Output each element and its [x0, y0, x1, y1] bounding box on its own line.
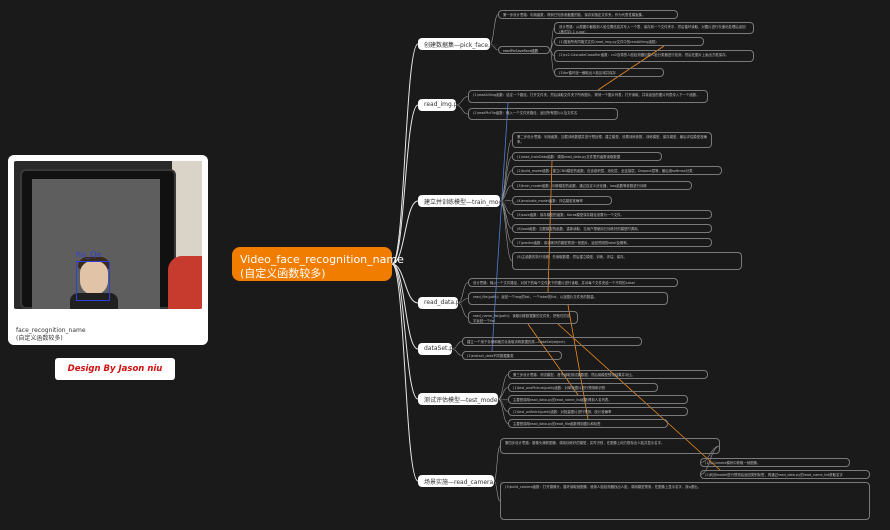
branch-connector — [391, 263, 419, 482]
leaf-text: 设计思路：从原图中截取到人脸位置信息并写入一个表，保存到一个文件夹中，然后循环读… — [559, 25, 746, 34]
leaf-text: 第一步设计思路：利用函数，得到已知多张截图的脸，保存到指定文件夹，作为代表性模板… — [503, 13, 646, 17]
branch-connector — [391, 104, 419, 265]
leaf-text: 第二步设计思路：利用函数，加载训练数据并进行预处理，建立模型，设置训练参数，训练… — [517, 135, 707, 144]
leaf-read-camera-4: (3)build_camera函数：打开摄像头，循环读取帧图像，使用人脸检测器找… — [500, 482, 870, 520]
leaf-pick-face-1: 第一步设计思路：利用函数，得到已知多张截图的脸，保存到指定文件夹，作为代表性模板… — [498, 10, 678, 19]
photo-arm — [168, 256, 202, 309]
leaf-text: (2)test_onBatch(path)函数：对批量图片进行预测，统计准确率 — [513, 410, 612, 414]
leaf-test-model-1: 第三步设计思路：测试模型，首先读取测试集数据，然后用模型预测结果并对比。 — [508, 370, 708, 379]
branch-read-data[interactable]: read_data.py — [418, 297, 463, 309]
center-topic[interactable]: Video_face_recognition_name (自定义函数较多) — [232, 247, 404, 281]
leaf-text: (3)for循环逐一截取出人脸区域并保存 — [559, 71, 616, 75]
leaf-pick-face-2: 设计思路：从原图中截取到人脸位置信息并写入一个表，保存到一个文件夹中，然后循环读… — [554, 22, 754, 34]
caption-line-1: face_recognition_name — [16, 327, 86, 334]
leaf-text: 第三步设计思路：测试模型，首先读取测试集数据，然后用模型预测结果并对比。 — [513, 373, 636, 377]
demo-screenshot-card: hu_Qe face_recognition_name (自定义函数较多) — [8, 155, 208, 345]
branch-train-model[interactable]: 建立并训练模型—train_model.py — [418, 195, 517, 207]
leaf-train-model-6: (5)save函数：保存模型的函数，Keras模型保存路径设置为一个文件。 — [512, 210, 712, 219]
leaf-text: (3)build_camera函数：打开摄像头，循环读取帧图像，使用人脸检测器找… — [505, 485, 701, 489]
leaf-text: (1)readAllImg函数：给定一个路径，打开文件夹，然后读取文件夹下所有图… — [473, 93, 700, 97]
leaf-train-model-1: 第二步设计思路：利用函数，加载训练数据并进行预处理，建立模型，设置训练参数，训练… — [512, 132, 712, 148]
leaf-read-data-3: read_name_list(path)：读取训练数据集的文件夹，把他们的名字返… — [468, 311, 578, 324]
leaf-text: 主要是调用read_data.py的read_name_list函数得到人名列表… — [513, 398, 612, 402]
leaf-text: (1)extract_data不同数据集类 — [467, 354, 514, 358]
leaf-text: (8)主函数的执行流程：先读取数据，然后建立模型、训练、评估、保存。 — [517, 255, 627, 259]
leaf-train-model-5: (4)evaluate_model函数：评估模型准确率 — [512, 196, 612, 205]
leaf-train-model-3: (2)build_model函数：建立CNN模型的函数，包含卷积层、池化层、全连… — [512, 166, 722, 175]
face-name-label: hu_Qe — [76, 250, 102, 259]
leaf-text: 建立一个用于存储和格式化读取训练数据的类—DataSet(object) — [467, 340, 565, 344]
face-detection-box — [76, 261, 110, 301]
branch-pick-face[interactable]: 创建数据集—pick_face.py — [418, 38, 497, 50]
leaf-read-img-2: (2)readPicFile函数：输入一个文件夹路径，返回所有图片以及文件名 — [468, 108, 618, 120]
leaf-train-model-8: (7)predict函数：用训练好的模型预测一张图片，返回预测的label及概率… — [512, 238, 712, 247]
leaf-text: 主要是调用read_data.py的read_file函数得到图片和标签 — [513, 422, 601, 426]
leaf-text: (1)从Camera模块中获取一帧图像。 — [705, 461, 761, 465]
center-title: Video_face_recognition_name — [240, 253, 404, 266]
leaf-train-model-2: (1)read_trainData函数：调用read_data.py文件里的函数… — [512, 152, 662, 161]
camera-photo: hu_Qe — [14, 161, 202, 309]
leaf-test-model-5: 主要是调用read_data.py的read_file函数得到图片和标签 — [508, 419, 668, 428]
leaf-pick-face-3: (1)搜索所有同格式文件(read_img.py文件中的readAllImg函数… — [554, 37, 704, 46]
leaf-text: read_name_list(path)：读取训练数据集的文件夹，把他们的名字返… — [473, 314, 571, 323]
leaf-text: (1)test_onePicture(path)函数：对单张图片进行预测和识别 — [513, 386, 606, 390]
design-credit: Design By Jason niu — [55, 358, 175, 380]
caption-line-2: (自定义函数较多) — [16, 335, 63, 342]
leaf-text: 第四步设计思路：摄像头捕获图像，调用训练好的模型，实时识别，在图像上用方框标出人… — [505, 441, 665, 445]
sub-readpicsaveface-label: readPicSaveFace函数 — [503, 49, 539, 53]
leaf-text: (4)evaluate_model函数：评估模型准确率 — [517, 199, 583, 203]
leaf-dataset-2: (1)extract_data不同数据集类 — [462, 351, 562, 360]
leaf-text: (2)readPicFile函数：输入一个文件夹路径，返回所有图片以及文件名 — [473, 111, 578, 115]
leaf-train-model-4: (3)train_model函数：训练模型的函数，通过自定义优化器，loss函数… — [512, 181, 692, 190]
leaf-train-model-9: (8)主函数的执行流程：先读取数据，然后建立模型、训练、评估、保存。 — [512, 252, 742, 270]
leaf-test-model-4: (2)test_onBatch(path)函数：对批量图片进行预测，统计准确率 — [508, 407, 688, 416]
leaf-pick-face-5: (3)for循环逐一截取出人脸区域并保存 — [554, 68, 664, 77]
leaf-read-camera-3: (2)利用model进行预测后返回类别标签，再通过read_data.py的re… — [700, 470, 870, 479]
branch-test-model[interactable]: 测试评估模型—test_model.py — [418, 393, 508, 405]
branch-read-img[interactable]: read_img.py — [418, 99, 461, 111]
leaf-read-camera-1: 第四步设计思路：摄像头捕获图像，调用训练好的模型，实时识别，在图像上用方框标出人… — [500, 438, 720, 454]
photo-caption: face_recognition_name (自定义函数较多) — [16, 327, 86, 343]
leaf-text: (1)read_trainData函数：调用read_data.py文件里的函数… — [517, 155, 621, 159]
leaf-read-img-1: (1)readAllImg函数：给定一个路径，打开文件夹，然后读取文件夹下所有图… — [468, 90, 708, 103]
leaf-test-model-3: 主要是调用read_data.py的read_name_list函数得到人名列表… — [508, 395, 688, 404]
branch-read-camera[interactable]: 场景实施—read_camera.py — [418, 475, 502, 487]
branch-dataset[interactable]: dataSet.py — [418, 343, 457, 355]
leaf-read-data-2: read_file(path)：返回一个img的list，一个label的lis… — [468, 292, 668, 305]
sub-readpicsaveface[interactable]: readPicSaveFace函数 — [498, 46, 550, 54]
leaf-dataset-1: 建立一个用于存储和格式化读取训练数据的类—DataSet(object) — [462, 337, 642, 346]
leaf-text: (2)build_model函数：建立CNN模型的函数，包含卷积层、池化层、全连… — [517, 169, 693, 173]
leaf-text: (3)train_model函数：训练模型的函数，通过自定义优化器，loss函数… — [517, 184, 647, 188]
leaf-read-data-1: 设计思路：输入一个文件路径，对其下的每个文件夹下的图片进行读取，并对每个文件夹给… — [468, 278, 678, 287]
leaf-text: read_file(path)：返回一个img的list，一个label的lis… — [473, 295, 597, 299]
leaf-train-model-7: (6)load函数：加载模型的函数，重新读取，当用户想使用已训练好的模型时调用。 — [512, 224, 712, 233]
leaf-text: (6)load函数：加载模型的函数，重新读取，当用户想使用已训练好的模型时调用。 — [517, 227, 641, 231]
leaf-connector — [499, 139, 513, 202]
leaf-text: (7)predict函数：用训练好的模型预测一张图片，返回预测的label及概率… — [517, 241, 631, 245]
leaf-text: 设计思路：输入一个文件路径，对其下的每个文件夹下的图片进行读取，并对每个文件夹给… — [473, 281, 635, 285]
leaf-text: (2)利用model进行预测后返回类别标签，再通过read_data.py的re… — [705, 473, 843, 477]
leaf-pick-face-4: (2)cv2.CascadeClassifier函数：cv2自带的人脸检测器加载… — [554, 50, 754, 62]
leaf-text: (2)cv2.CascadeClassifier函数：cv2自带的人脸检测器加载… — [559, 53, 729, 57]
leaf-connector — [493, 445, 501, 482]
leaf-text: (5)save函数：保存模型的函数，Keras模型保存路径设置为一个文件。 — [517, 213, 624, 217]
leaf-connector — [499, 200, 513, 262]
center-subtitle: (自定义函数较多) — [240, 267, 326, 280]
leaf-test-model-2: (1)test_onePicture(path)函数：对单张图片进行预测和识别 — [508, 383, 658, 392]
leaf-read-camera-2: (1)从Camera模块中获取一帧图像。 — [700, 458, 850, 467]
leaf-text: (1)搜索所有同格式文件(read_img.py文件中的readAllImg函数… — [559, 40, 657, 44]
